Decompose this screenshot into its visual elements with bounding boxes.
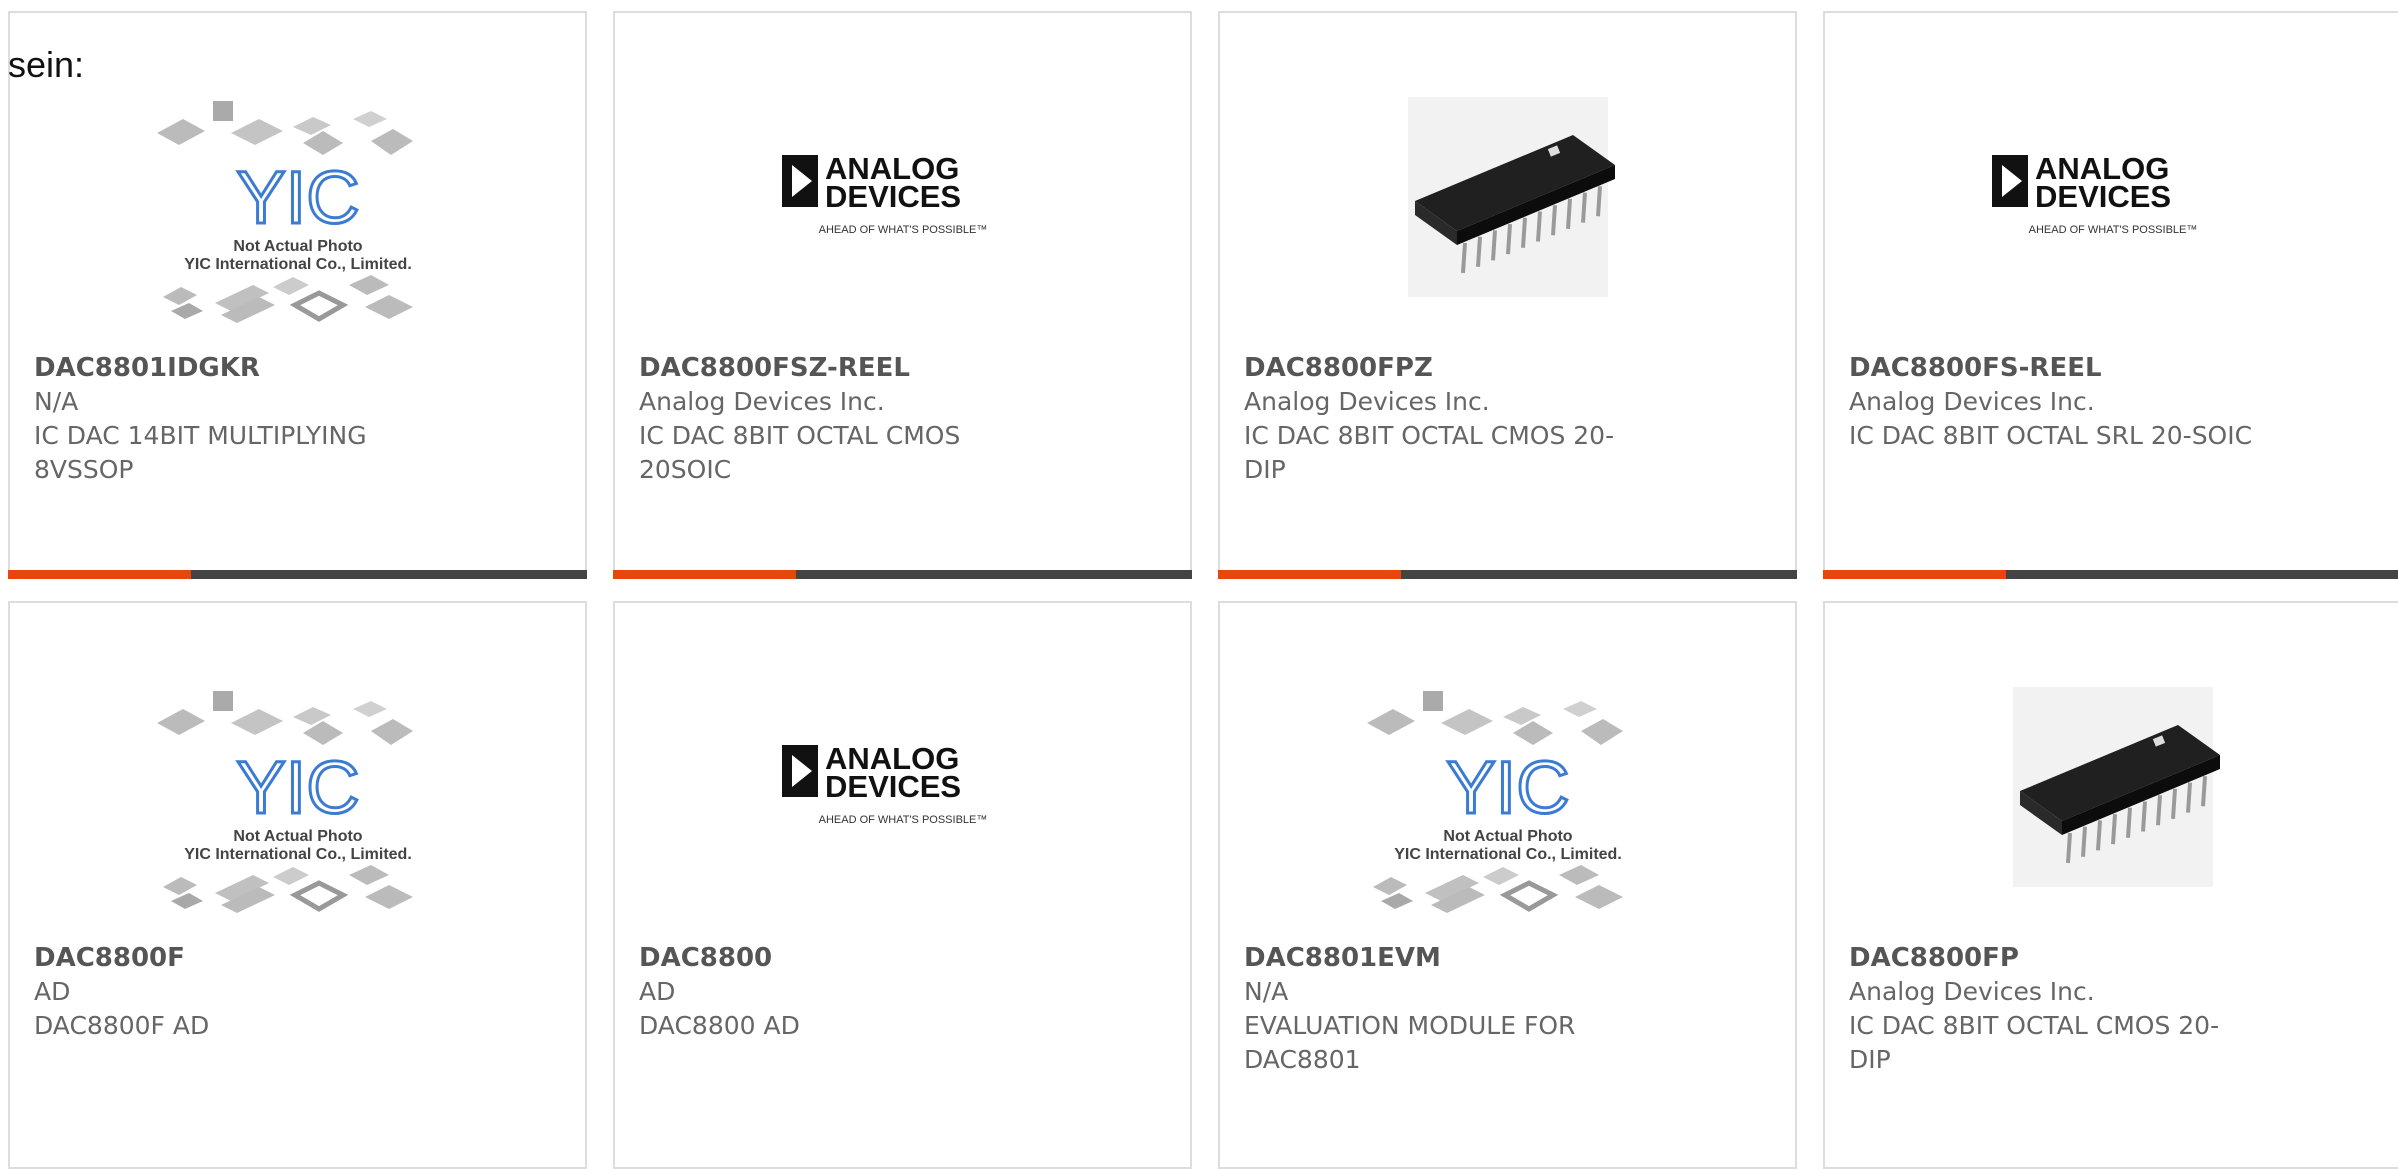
svg-text:AHEAD OF WHAT'S POSSIBLE™: AHEAD OF WHAT'S POSSIBLE™ [818, 224, 987, 236]
product-part-number[interactable]: DAC8800FPZ [1244, 351, 1664, 385]
product-description: DIP [1244, 455, 1286, 484]
card-underline-accent [1823, 570, 2006, 579]
svg-text:Not Actual Photo: Not Actual Photo [233, 238, 362, 255]
product-image[interactable]: YIC Not Actual Photo YIC International Co.… [143, 665, 453, 915]
product-manufacturer: Analog Devices Inc. [639, 387, 885, 416]
product-image[interactable]: YIC Not Actual Photo YIC International Co.… [143, 75, 453, 325]
svg-text:YIC International Co., Limited: YIC International Co., Limited. [1394, 846, 1622, 863]
product-description: DAC8800 AD [639, 1011, 800, 1040]
card-underline-bar [1218, 570, 1797, 579]
svg-text:Not Actual Photo: Not Actual Photo [1443, 828, 1572, 845]
product-description: IC DAC 8BIT OCTAL CMOS 20- [1244, 421, 1615, 450]
product-image[interactable]: YIC Not Actual Photo YIC International Co.… [1353, 665, 1663, 915]
product-manufacturer: Analog Devices Inc. [1849, 977, 2095, 1006]
product-card[interactable]: ANALOG DEVICES AHEAD OF WHAT'S POSSIBLE™ D… [1823, 11, 2398, 579]
card-underline-bar [1823, 570, 2398, 579]
card-underline-accent [8, 570, 191, 579]
product-manufacturer: AD [639, 977, 676, 1006]
product-description: IC DAC 8BIT OCTAL CMOS 20- [1849, 1011, 2220, 1040]
product-part-number[interactable]: DAC8801IDGKR [34, 351, 454, 385]
svg-text:YIC International Co., Limited: YIC International Co., Limited. [184, 256, 412, 273]
product-part-number[interactable]: DAC8800FSZ-REEL [639, 351, 1059, 385]
product-card[interactable]: YIC Not Actual Photo YIC International Co.… [8, 11, 587, 579]
product-image-graphic [2012, 687, 2220, 887]
product-image-graphic: YICNot Actual PhotoYIC International Co.… [156, 691, 413, 913]
product-image-graphic [1407, 97, 1615, 297]
product-image[interactable] [1353, 75, 1663, 325]
product-part-number[interactable]: DAC8801EVM [1244, 941, 1664, 975]
product-description: DAC8800F AD [34, 1011, 210, 1040]
product-image[interactable]: ANALOG DEVICES AHEAD OF WHAT'S POSSIBLE™ [748, 665, 1058, 915]
svg-text:YIC International Co., Limited: YIC International Co., Limited. [184, 846, 412, 863]
svg-text:YIC: YIC [236, 156, 359, 239]
product-description: DIP [1849, 1045, 1891, 1074]
svg-text:Not Actual Photo: Not Actual Photo [233, 828, 362, 845]
product-manufacturer: Analog Devices Inc. [1849, 387, 2095, 416]
product-card[interactable]: ANALOG DEVICES AHEAD OF WHAT'S POSSIBLE™ D… [613, 11, 1192, 579]
product-manufacturer: AD [34, 977, 71, 1006]
page-text-fragment: sein: [8, 44, 85, 85]
card-underline-accent [1218, 570, 1401, 579]
product-card[interactable]: DAC8800FP Analog Devices Inc. IC DAC 8BI… [1823, 601, 2398, 1169]
product-grid: YIC Not Actual Photo YIC International Co.… [8, 11, 2398, 1169]
product-description: 20SOIC [639, 455, 732, 484]
product-part-number[interactable]: DAC8800 [639, 941, 1059, 975]
card-underline-accent [613, 570, 796, 579]
product-image[interactable]: ANALOG DEVICES AHEAD OF WHAT'S POSSIBLE™ [748, 75, 1058, 325]
product-image[interactable]: ANALOG DEVICES AHEAD OF WHAT'S POSSIBLE™ [1958, 75, 2268, 325]
svg-text:DEVICES: DEVICES [825, 769, 961, 804]
product-card[interactable]: YIC Not Actual Photo YIC International Co.… [1218, 601, 1797, 1169]
product-manufacturer: N/A [1244, 977, 1289, 1006]
product-description: DAC8801 [1244, 1045, 1361, 1074]
svg-text:YIC: YIC [236, 746, 359, 829]
card-underline-bar [8, 570, 587, 579]
card-underline-bar [613, 570, 1192, 579]
product-image-graphic: ANALOGDEVICESAHEAD OF WHAT'S POSSIBLE™ [781, 741, 987, 826]
svg-text:YIC: YIC [1446, 746, 1569, 829]
product-manufacturer: N/A [34, 387, 79, 416]
product-description: IC DAC 14BIT MULTIPLYING [34, 421, 367, 450]
svg-text:AHEAD OF WHAT'S POSSIBLE™: AHEAD OF WHAT'S POSSIBLE™ [2028, 224, 2197, 236]
product-part-number[interactable]: DAC8800FP [1849, 941, 2269, 975]
product-image-graphic: YICNot Actual PhotoYIC International Co.… [156, 101, 413, 323]
product-description: IC DAC 8BIT OCTAL SRL 20-SOIC [1849, 421, 2253, 450]
product-part-number[interactable]: DAC8800F [34, 941, 454, 975]
product-card[interactable]: DAC8800FPZ Analog Devices Inc. IC DAC 8B… [1218, 11, 1797, 579]
product-image-graphic: YICNot Actual PhotoYIC International Co.… [1366, 691, 1623, 913]
product-card[interactable]: ANALOG DEVICES AHEAD OF WHAT'S POSSIBLE™ D… [613, 601, 1192, 1169]
product-image-graphic: ANALOGDEVICESAHEAD OF WHAT'S POSSIBLE™ [1991, 151, 2197, 236]
product-image-graphic: ANALOGDEVICESAHEAD OF WHAT'S POSSIBLE™ [781, 151, 987, 236]
svg-text:DEVICES: DEVICES [2035, 179, 2171, 214]
svg-text:AHEAD OF WHAT'S POSSIBLE™: AHEAD OF WHAT'S POSSIBLE™ [818, 814, 987, 826]
product-description: EVALUATION MODULE FOR [1244, 1011, 1576, 1040]
product-description: IC DAC 8BIT OCTAL CMOS [639, 421, 961, 450]
product-description: 8VSSOP [34, 455, 134, 484]
product-image[interactable] [1958, 665, 2268, 915]
product-part-number[interactable]: DAC8800FS-REEL [1849, 351, 2269, 385]
product-card[interactable]: YIC Not Actual Photo YIC International Co.… [8, 601, 587, 1169]
svg-text:DEVICES: DEVICES [825, 179, 961, 214]
product-manufacturer: Analog Devices Inc. [1244, 387, 1490, 416]
